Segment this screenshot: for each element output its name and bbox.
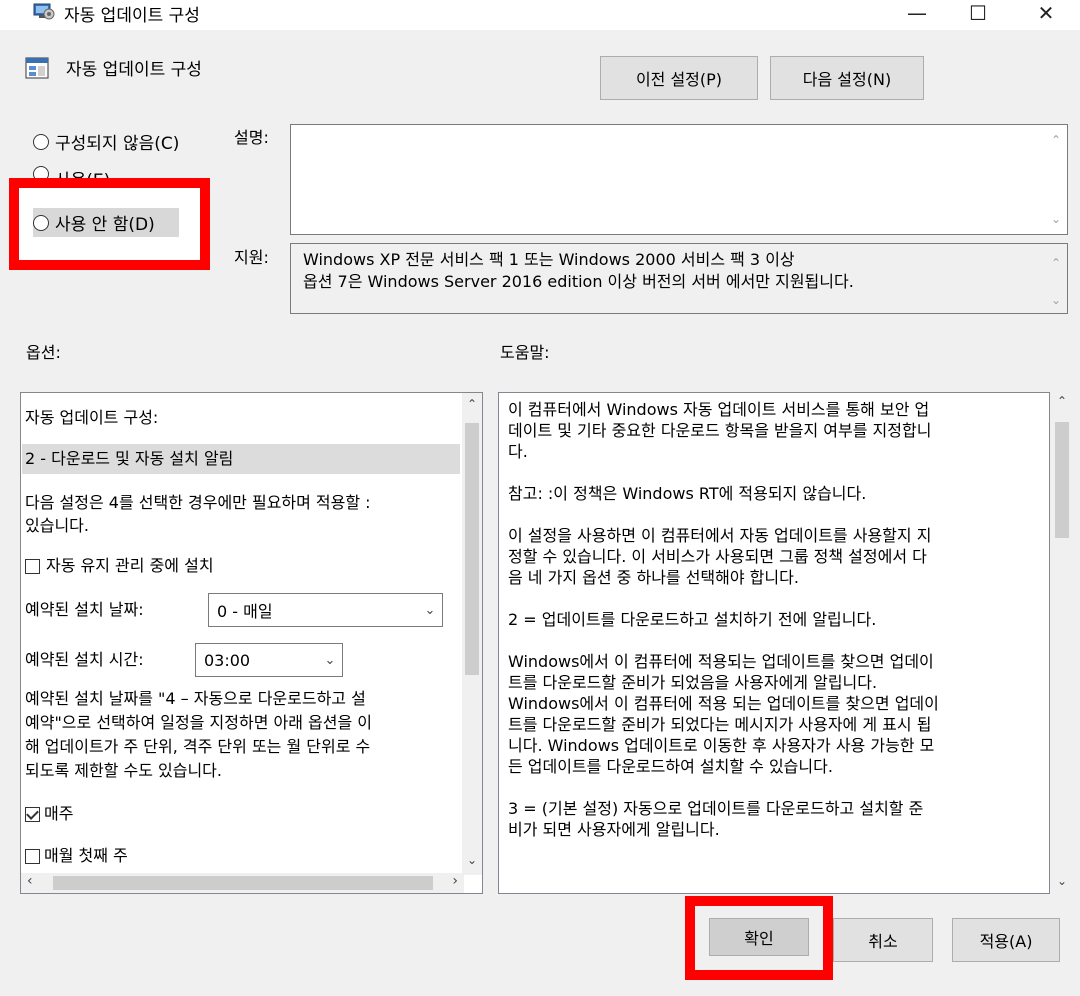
install-maintenance-checkbox[interactable]: 자동 유지 관리 중에 설치 — [25, 555, 214, 577]
configure-updates-label: 자동 업데이트 구성: — [25, 408, 159, 427]
checkbox-box[interactable] — [25, 848, 40, 864]
minimize-button[interactable]: — — [894, 0, 940, 26]
scroll-up-icon[interactable]: ⌃ — [1053, 394, 1071, 408]
schedule-time-label: 예약된 설치 시간: — [25, 650, 144, 669]
help-paragraph: Windows에서 이 컴퓨터에 적용되는 업데이트를 찾으면 업데이트를 다운… — [508, 651, 1048, 777]
ok-button[interactable]: 확인 — [709, 918, 809, 956]
help-line: 다. — [508, 442, 528, 461]
chevron-down-icon: ⌄ — [324, 652, 336, 668]
description-box[interactable]: ⌃ ⌄ — [290, 124, 1068, 235]
options-note-line-2: 있습니다. — [25, 516, 89, 535]
scrollbar-thumb[interactable] — [1055, 422, 1069, 538]
schedule-info-line-3: 해 업데이트가 주 단위, 격주 단위 또는 월 단위로 수 — [25, 737, 371, 756]
options-vertical-scrollbar[interactable]: ⌃ ⌄ — [462, 393, 482, 875]
radio-circle[interactable] — [33, 133, 49, 150]
close-button[interactable]: ✕ — [1023, 0, 1069, 26]
next-setting-button[interactable]: 다음 설정(N) — [770, 56, 924, 100]
cancel-button[interactable]: 취소 — [833, 918, 933, 962]
description-label: 설명: — [234, 128, 269, 147]
schedule-info-line-1: 예약된 설치 날짜를 "4 – 자동으로 다운로드하고 설 — [25, 689, 366, 708]
help-line: 비가 되면 사용자에게 알립니다. — [508, 820, 720, 839]
window-title: 자동 업데이트 구성 — [64, 6, 200, 26]
scroll-left-icon[interactable]: ‹ — [27, 873, 33, 889]
configure-updates-value[interactable]: 2 - 다운로드 및 자동 설치 알림 — [22, 444, 460, 474]
help-line: 이 설정을 사용하면 이 컴퓨터에서 자동 업데이트를 사용할지 지 — [508, 526, 932, 545]
radio-not-configured[interactable]: 구성되지 않음(C) — [33, 129, 179, 154]
schedule-day-value: 0 - 매일 — [217, 602, 273, 621]
install-maintenance-label: 자동 유지 관리 중에 설치 — [46, 556, 214, 575]
policy-title: 자동 업데이트 구성 — [66, 60, 202, 80]
scroll-down-icon[interactable]: ⌄ — [463, 853, 481, 867]
help-label: 도움말: — [500, 343, 550, 362]
options-pane[interactable]: 자동 업데이트 구성: 2 - 다운로드 및 자동 설치 알림 다음 설정은 4… — [20, 392, 483, 894]
policy-window-icon — [33, 3, 55, 20]
help-line: 니다. Windows 업데이트로 이동한 후 사용자가 사용 가능한 모 — [508, 736, 935, 755]
supported-line-2: 옵션 7은 Windows Server 2016 edition 이상 버전의… — [303, 272, 854, 291]
radio-label-disabled: 사용 안 함(D) — [55, 215, 155, 235]
schedule-time-select[interactable]: 03:00 ⌄ — [195, 643, 343, 677]
supported-box: Windows XP 전문 서비스 팩 1 또는 Windows 2000 서비… — [290, 243, 1068, 314]
help-line: 데이트 및 기타 중요한 다운로드 항목을 받을지 여부를 지정합니 — [508, 421, 932, 440]
radio-label-not-configured: 구성되지 않음(C) — [55, 134, 180, 154]
policy-setting-icon — [25, 57, 49, 79]
scrollbar-thumb[interactable] — [53, 876, 433, 890]
help-content: 이 컴퓨터에서 Windows 자동 업데이트 서비스를 통해 보안 업데이트 … — [508, 399, 1048, 861]
radio-circle[interactable] — [33, 214, 49, 231]
help-line: 음 네 가지 옵션 중 하나를 선택해야 합니다. — [508, 568, 799, 587]
options-note-line-1: 다음 설정은 4를 선택한 경우에만 필요하며 적용할 : — [25, 493, 371, 512]
help-paragraph: 참고: :이 정책은 Windows RT에 적용되지 않습니다. — [508, 483, 1048, 504]
help-line: 든 업데이트를 다운로드하여 설치할 수 있습니다. — [508, 757, 833, 776]
first-week-label: 매월 첫째 주 — [44, 846, 128, 865]
help-line: Windows에서 이 컴퓨터에 적용되는 업데이트를 찾으면 업데이 — [508, 652, 934, 671]
radio-disabled[interactable]: 사용 안 함(D) — [33, 208, 179, 237]
weekly-label: 매주 — [44, 804, 74, 823]
schedule-day-label: 예약된 설치 날짜: — [25, 600, 144, 619]
help-line: 참고: :이 정책은 Windows RT에 적용되지 않습니다. — [508, 484, 867, 503]
schedule-time-value: 03:00 — [204, 650, 251, 670]
chevron-down-icon: ⌄ — [424, 602, 436, 618]
help-line: 2 = 업데이트를 다운로드하고 설치하기 전에 알립니다. — [508, 610, 877, 629]
help-line: 3 = (기본 설정) 자동으로 업데이트를 다운로드하고 설치할 준 — [508, 799, 924, 818]
help-paragraph: 3 = (기본 설정) 자동으로 업데이트를 다운로드하고 설치할 준비가 되면… — [508, 798, 1048, 840]
checkbox-box[interactable] — [25, 558, 40, 574]
maximize-button[interactable]: ☐ — [955, 0, 1001, 26]
scroll-down-icon[interactable]: ⌄ — [1053, 874, 1071, 888]
first-week-checkbox[interactable]: 매월 첫째 주 — [25, 845, 128, 867]
scroll-down-icon[interactable]: ⌄ — [1047, 212, 1065, 226]
schedule-info-line-4: 되도록 제한할 수도 있습니다. — [25, 761, 222, 780]
help-vertical-scrollbar[interactable]: ⌃ ⌄ — [1051, 392, 1073, 894]
help-paragraph: 이 컴퓨터에서 Windows 자동 업데이트 서비스를 통해 보안 업데이트 … — [508, 399, 1048, 462]
previous-setting-button[interactable]: 이전 설정(P) — [600, 56, 758, 100]
options-label: 옵션: — [26, 343, 61, 362]
scroll-down-icon[interactable]: ⌄ — [1047, 293, 1065, 307]
options-horizontal-scrollbar[interactable]: ‹ › — [21, 873, 464, 893]
title-bar: 자동 업데이트 구성 — ☐ ✕ — [0, 0, 1080, 30]
checkbox-box-checked[interactable] — [25, 806, 40, 822]
schedule-info-line-2: 예약"으로 선택하여 일정을 지정하면 아래 옵션을 이 — [25, 713, 372, 732]
scroll-up-icon[interactable]: ⌃ — [463, 397, 481, 411]
scroll-up-icon[interactable]: ⌃ — [1047, 133, 1065, 147]
scroll-right-icon[interactable]: › — [452, 873, 458, 889]
apply-button[interactable]: 적용(A) — [952, 918, 1060, 962]
help-line: Windows에서 이 컴퓨터에 적용 되는 업데이트를 찾으면 업데이 — [508, 694, 939, 713]
supported-label: 지원: — [234, 248, 269, 267]
help-line: 이 컴퓨터에서 Windows 자동 업데이트 서비스를 통해 보안 업 — [508, 400, 930, 419]
help-paragraph: 2 = 업데이트를 다운로드하고 설치하기 전에 알립니다. — [508, 609, 1048, 630]
help-line: 정할 수 있습니다. 이 서비스가 사용되면 그룹 정책 설정에서 다 — [508, 547, 927, 566]
help-pane: 이 컴퓨터에서 Windows 자동 업데이트 서비스를 통해 보안 업데이트 … — [498, 392, 1050, 894]
scroll-up-icon[interactable]: ⌃ — [1047, 256, 1065, 270]
help-paragraph: 이 설정을 사용하면 이 컴퓨터에서 자동 업데이트를 사용할지 지정할 수 있… — [508, 525, 1048, 588]
scrollbar-thumb[interactable] — [465, 423, 479, 675]
weekly-checkbox[interactable]: 매주 — [25, 803, 73, 825]
help-line: 트를 다운로드할 준비가 되었음을 사용자에게 알립니다. — [508, 673, 878, 692]
supported-line-1: Windows XP 전문 서비스 팩 1 또는 Windows 2000 서비… — [303, 250, 795, 269]
schedule-day-select[interactable]: 0 - 매일 ⌄ — [208, 593, 443, 627]
help-line: 트를 다운로드할 준비가 되었다는 메시지가 사용자에 게 표시 됩 — [508, 715, 932, 734]
